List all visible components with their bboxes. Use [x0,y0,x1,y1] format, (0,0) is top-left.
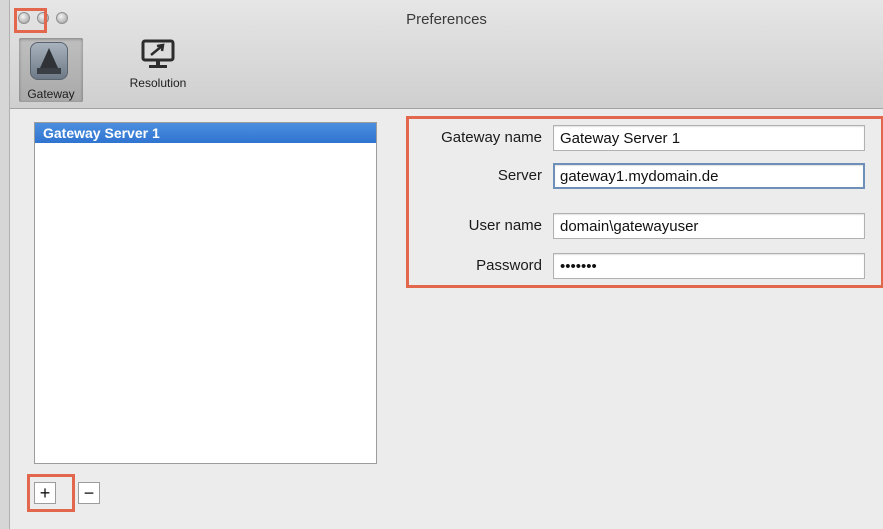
toolbar: Preferences Gateway Resolution [10,0,883,109]
gateway-tab-label: Gateway [27,87,75,101]
toolbar-gateway-tab[interactable]: Gateway [19,38,83,102]
gateway-server-list[interactable]: Gateway Server 1 [34,122,377,464]
list-item-selected[interactable]: Gateway Server 1 [35,123,376,143]
window-title: Preferences [406,11,487,28]
resolution-tab-label: Resolution [129,76,187,90]
gateway-icon [30,42,68,80]
remove-server-button[interactable]: − [78,482,100,504]
close-button-highlight [14,8,47,33]
toolbar-resolution-tab[interactable]: Resolution [113,38,203,90]
add-button-highlight [27,474,75,512]
zoom-window-button[interactable] [56,12,68,24]
monitor-icon [113,38,203,72]
form-highlight-box [406,116,883,288]
